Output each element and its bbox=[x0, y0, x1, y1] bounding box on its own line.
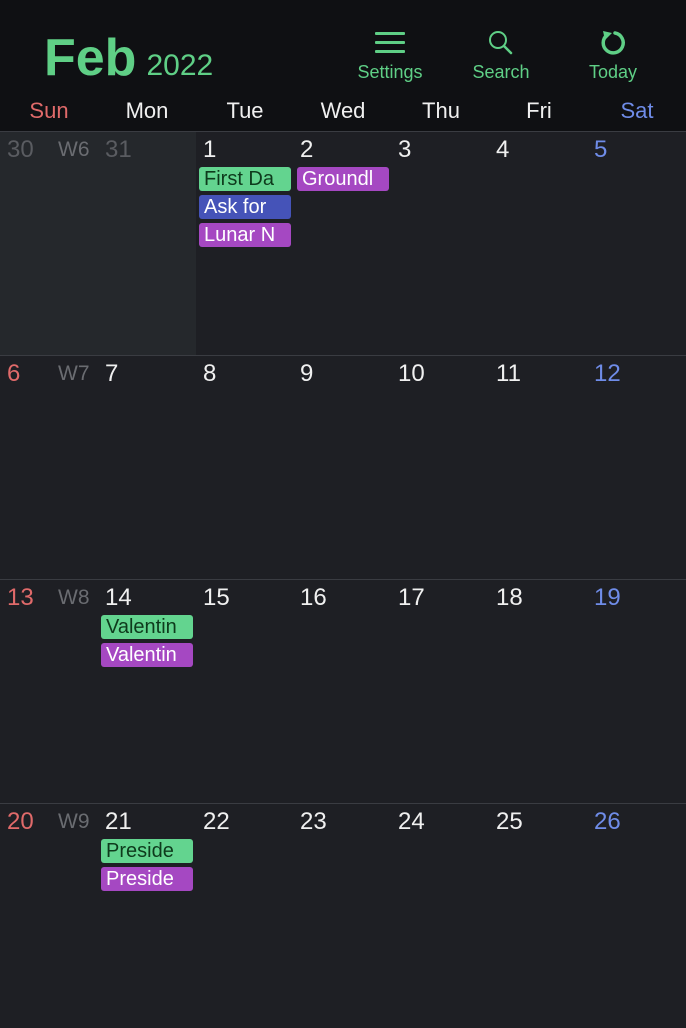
month-label: Feb bbox=[44, 29, 137, 87]
week-number: W7 bbox=[58, 362, 90, 385]
event-chip[interactable]: Lunar N bbox=[199, 223, 291, 247]
weekday-header: Sun Mon Tue Wed Thu Fri Sat bbox=[0, 96, 686, 128]
day-cell[interactable]: 3 bbox=[398, 136, 411, 164]
week-number: W8 bbox=[58, 586, 90, 609]
day-cell[interactable]: 10 bbox=[398, 360, 425, 388]
day-cell[interactable]: 17 bbox=[398, 584, 425, 612]
day-cell[interactable]: 4 bbox=[496, 136, 509, 164]
weekday-mon: Mon bbox=[125, 98, 169, 123]
day-cell[interactable]: 9 bbox=[300, 360, 313, 388]
day-cell[interactable]: 2 bbox=[300, 136, 313, 164]
week-row: 6 W7 7 8 9 10 11 12 bbox=[0, 355, 686, 580]
settings-button[interactable]: Settings bbox=[352, 30, 428, 83]
previous-month-area[interactable] bbox=[0, 132, 196, 356]
weekday-fri: Fri bbox=[526, 98, 552, 123]
settings-label: Settings bbox=[357, 62, 423, 82]
day-cell[interactable]: 22 bbox=[203, 808, 230, 836]
day-cell[interactable]: 15 bbox=[203, 584, 230, 612]
week-row: 13 W8 14 15 16 17 18 19 Valentin Valenti… bbox=[0, 579, 686, 804]
day-cell[interactable]: 5 bbox=[594, 136, 607, 164]
event-chip[interactable]: Groundl bbox=[297, 167, 389, 191]
event-chip[interactable]: Ask for bbox=[199, 195, 291, 219]
week-row: 20 W9 21 22 23 24 25 26 Preside Preside bbox=[0, 803, 686, 1028]
day-cell[interactable]: 13 bbox=[7, 584, 34, 612]
day-cell[interactable]: 14 bbox=[105, 584, 132, 612]
weekday-wed: Wed bbox=[320, 98, 366, 123]
day-cell[interactable]: 12 bbox=[594, 360, 621, 388]
event-chip[interactable]: Preside bbox=[101, 867, 193, 891]
day-cell[interactable]: 16 bbox=[300, 584, 327, 612]
day-cell[interactable]: 8 bbox=[203, 360, 216, 388]
month-grid: 30 W6 31 1 2 3 4 5 First Da Ask for Luna… bbox=[0, 131, 686, 1024]
event-chip[interactable]: First Da bbox=[199, 167, 291, 191]
day-cell[interactable]: 18 bbox=[496, 584, 523, 612]
day-cell[interactable]: 31 bbox=[105, 136, 132, 164]
event-chip[interactable]: Preside bbox=[101, 839, 193, 863]
weekday-tue: Tue bbox=[226, 98, 264, 123]
day-cell[interactable]: 1 bbox=[203, 136, 216, 164]
day-cell[interactable]: 11 bbox=[496, 360, 521, 388]
day-cell[interactable]: 23 bbox=[300, 808, 327, 836]
weekday-sun: Sun bbox=[29, 98, 69, 123]
today-button[interactable]: Today bbox=[582, 30, 644, 83]
day-cell[interactable]: 26 bbox=[594, 808, 621, 836]
today-label: Today bbox=[588, 62, 638, 82]
day-cell[interactable]: 20 bbox=[7, 808, 34, 836]
day-cell[interactable]: 30 bbox=[7, 136, 34, 164]
event-chip[interactable]: Valentin bbox=[101, 643, 193, 667]
week-number: W6 bbox=[58, 138, 90, 161]
weekday-sat: Sat bbox=[620, 98, 654, 123]
day-cell[interactable]: 19 bbox=[594, 584, 621, 612]
event-chip[interactable]: Valentin bbox=[101, 615, 193, 639]
day-cell[interactable]: 24 bbox=[398, 808, 425, 836]
year-label: 2022 bbox=[146, 49, 214, 82]
day-cell[interactable]: 21 bbox=[105, 808, 132, 836]
menu-icon bbox=[375, 32, 405, 53]
search-label: Search bbox=[472, 62, 530, 82]
day-cell[interactable]: 25 bbox=[496, 808, 523, 836]
weekday-thu: Thu bbox=[422, 98, 460, 123]
week-number: W9 bbox=[58, 810, 90, 833]
day-cell[interactable]: 6 bbox=[7, 360, 20, 388]
search-button[interactable]: Search bbox=[466, 30, 536, 83]
search-icon bbox=[489, 31, 513, 55]
month-title[interactable]: Feb 2022 bbox=[44, 28, 213, 88]
week-row: 30 W6 31 1 2 3 4 5 First Da Ask for Luna… bbox=[0, 131, 686, 356]
day-cell[interactable]: 7 bbox=[105, 360, 118, 388]
refresh-icon bbox=[601, 31, 625, 55]
header: Feb 2022 Settings Search Today Sun Mon T… bbox=[0, 0, 686, 131]
